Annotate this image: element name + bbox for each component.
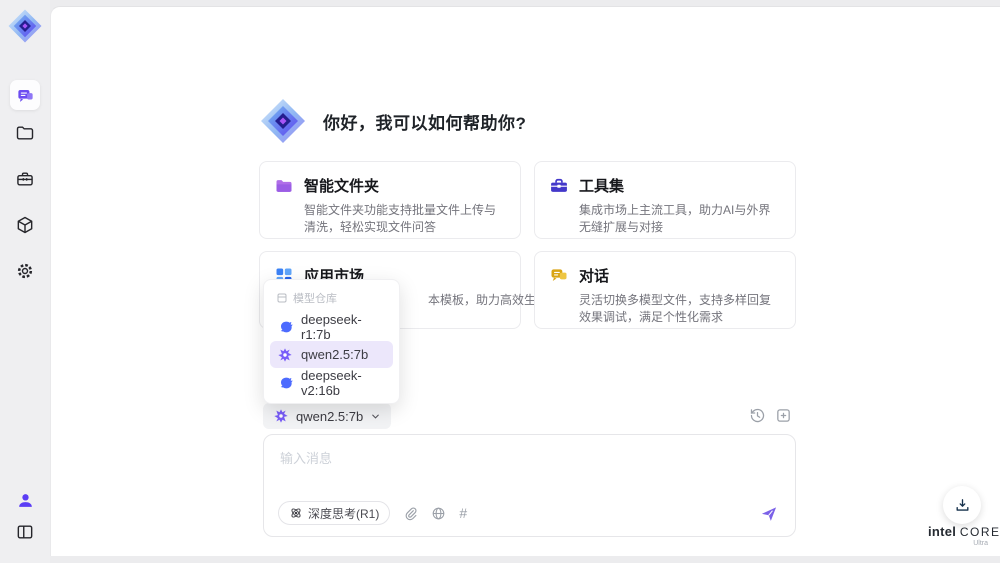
card-desc: 智能文件夹功能支持批量文件上传与清洗，轻松实现文件问答 [304,203,497,234]
qwen-icon [278,347,292,362]
history-icon[interactable] [749,407,766,424]
greeting: 你好，我可以如何帮助你? [259,97,526,145]
deepseek-icon [280,377,293,388]
repo-icon [277,293,287,303]
model-option-qwen[interactable]: qwen2.5:7b [270,341,393,368]
intel-product-label: CORE [959,525,1000,539]
composer-tools [749,407,792,424]
greeting-title: 你好，我可以如何帮助你? [323,113,527,133]
model-dropdown-header-label: 模型仓库 [293,293,337,305]
model-option-label: deepseek-v2:16b [301,367,362,398]
sidebar-item-toolbox[interactable] [10,164,40,194]
model-option-label: deepseek-r1:7b [301,311,362,342]
card-title: 智能文件夹 [304,178,380,195]
sidebar-item-folders[interactable] [10,118,40,148]
qwen-icon [274,409,288,423]
app-logo-icon [8,9,42,43]
toolbox-icon [17,172,33,186]
sidebar [0,0,50,563]
card-smart-folder[interactable]: 智能文件夹 智能文件夹功能支持批量文件上传与清洗，轻松实现文件问答 [259,161,521,239]
model-option-deepseek-v2[interactable]: deepseek-v2:16b [270,367,393,398]
hash-icon[interactable]: # [459,505,467,521]
model-option-deepseek-r1[interactable]: deepseek-r1:7b [270,311,393,342]
card-title: 工具集 [579,178,625,195]
panel-icon [17,525,33,539]
card-toolset[interactable]: 工具集 集成市场上主流工具，助力AI与外界无缝扩展与对接 [534,161,796,239]
send-icon[interactable] [759,504,779,524]
composer-bottom-bar: 深度思考(R1) # [278,501,467,525]
sidebar-item-models[interactable] [10,210,40,240]
card-dialog[interactable]: 对话 灵活切换多模型文件，支持多样回复效果调试，满足个性化需求 [534,251,796,329]
card-desc: 灵活切换多模型文件，支持多样回复效果调试，满足个性化需求 [579,293,772,324]
chat-bubble-icon [17,89,33,102]
intel-tier-label: Ultra [973,540,988,547]
intel-brand-label: intel [928,524,957,539]
sidebar-item-collapse[interactable] [10,517,40,547]
main-panel: 你好，我可以如何帮助你? 智能文件夹 智能文件夹功能支持批量文件上传与清洗，轻松… [50,6,1000,556]
model-option-label: qwen2.5:7b [301,347,369,362]
download-icon [956,498,968,511]
message-input[interactable] [264,435,795,493]
intel-core-badge: intel CORE Ultra [928,524,999,547]
new-chat-icon[interactable] [775,407,792,424]
deep-think-toggle[interactable]: 深度思考(R1) [278,501,391,525]
sidebar-item-chat[interactable] [10,80,40,110]
greeting-logo-icon [261,99,305,143]
sidebar-item-settings[interactable] [10,256,40,286]
dialog-icon [551,269,567,281]
model-selector[interactable]: qwen2.5:7b [263,403,392,429]
download-button[interactable] [943,486,981,524]
gear-icon [17,263,33,279]
chevron-down-icon [372,414,380,419]
sidebar-item-account[interactable] [10,485,40,515]
composer: 深度思考(R1) # [263,434,796,537]
card-desc: 集成市场上主流工具，助力AI与外界无缝扩展与对接 [579,203,771,234]
model-dropdown-header: 模型仓库 [270,287,393,313]
model-dropdown: 模型仓库 deepseek-r1:7b qwen2.5:7b deepseek-… [263,279,400,404]
model-selector-label: qwen2.5:7b [296,408,364,424]
deep-think-label: 深度思考(R1) [308,506,380,521]
globe-icon[interactable] [431,506,446,521]
cube-icon [17,216,33,234]
card-title: 对话 [579,268,610,285]
person-icon [18,493,32,507]
deepseek-icon [280,321,293,332]
toolset-icon [551,178,567,192]
folder-icon [16,126,34,140]
smart-folder-icon [276,180,292,192]
paperclip-icon[interactable] [403,506,418,521]
atom-icon [291,508,301,518]
